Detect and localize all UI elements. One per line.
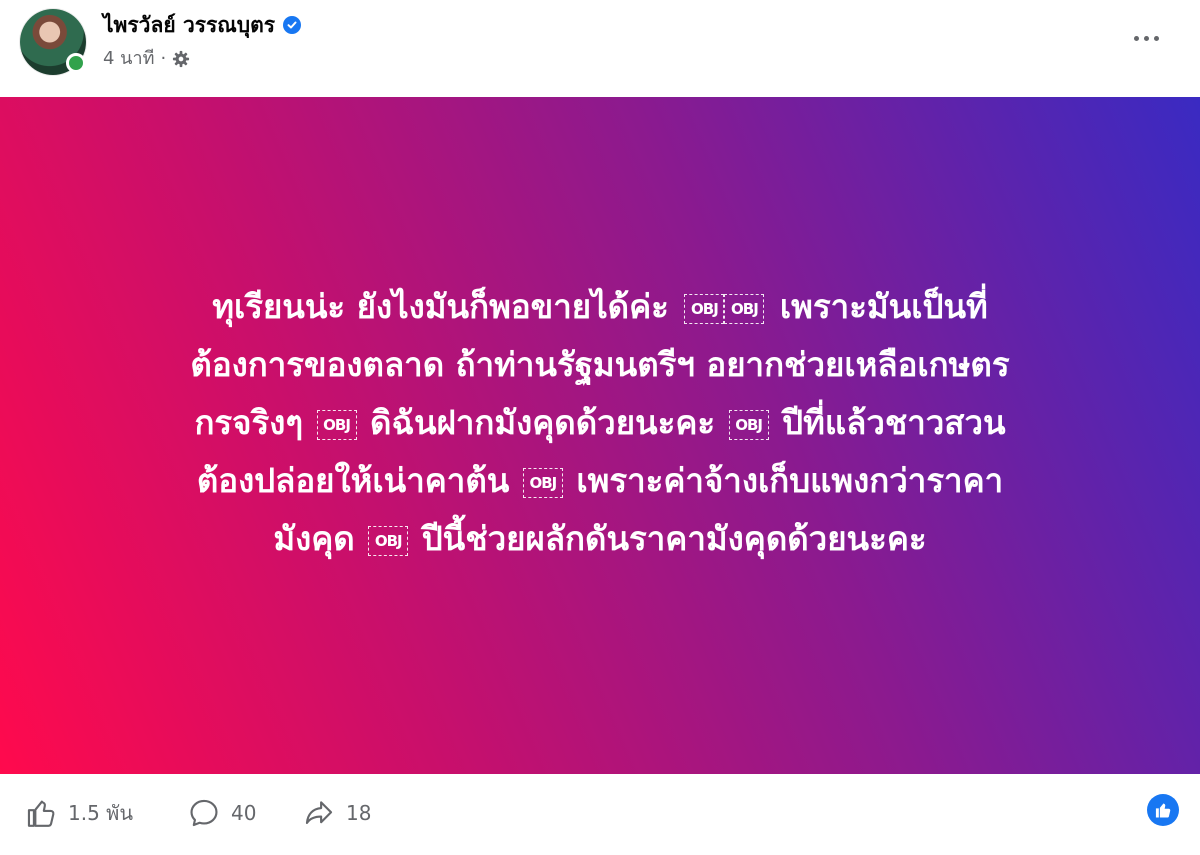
- post-text-segment: มังคุด: [273, 518, 355, 558]
- meta-separator: ·: [160, 48, 167, 69]
- post-text-segment: ต้องการของตลาด ถ้าท่านรัฐมนตรีฯ อยากช่วย…: [190, 344, 1010, 384]
- more-options-button[interactable]: [1126, 20, 1166, 56]
- post-text-segment: ดิฉันฝากมังคุดด้วยนะคะ: [370, 402, 716, 442]
- post-text-segment: เพราะมันเป็นที่: [779, 286, 988, 326]
- post-header: ไพรวัลย์ วรรณบุตร 4 นาที ·: [0, 0, 1200, 97]
- comment-button[interactable]: 40: [187, 796, 256, 830]
- more-options-icon: [1133, 35, 1139, 41]
- post-text-line: มังคุด OBJ ปีนี้ช่วยผลักดันราคามังคุดด้ว…: [40, 510, 1160, 568]
- post-text-line: กรจริงๆ OBJ ดิฉันฝากมังคุดด้วยนะคะ OBJ ป…: [40, 394, 1160, 452]
- like-button[interactable]: 1.5 พัน: [24, 796, 133, 830]
- settings-gear-icon[interactable]: [172, 50, 190, 68]
- post-text-segment: ปีที่แล้วชาวสวน: [782, 402, 1006, 442]
- post-text-line: ต้องปล่อยให้เน่าคาต้น OBJ เพราะค่าจ้างเก…: [40, 452, 1160, 510]
- like-count[interactable]: 1.5 พัน: [68, 797, 133, 829]
- post-text-line: ต้องการของตลาด ถ้าท่านรัฐมนตรีฯ อยากช่วย…: [40, 336, 1160, 394]
- verified-badge-icon: [283, 16, 302, 34]
- post-text-segment: ต้องปล่อยให้เน่าคาต้น: [196, 460, 510, 500]
- thumbs-up-icon: [27, 800, 55, 827]
- post-meta: 4 นาที ·: [103, 48, 190, 70]
- online-status-icon: [66, 53, 86, 73]
- object-placeholder-pair: OBJ OBJ: [684, 274, 765, 332]
- author-name[interactable]: ไพรวัลย์ วรรณบุตร: [103, 12, 275, 38]
- object-placeholder-icon: OBJ: [316, 409, 357, 440]
- author-line: ไพรวัลย์ วรรณบุตร: [103, 12, 302, 38]
- post-text-line: ทุเรียนน่ะ ยังไงมันก็พอขายได้ค่ะ OBJ OBJ …: [40, 274, 1160, 336]
- object-placeholder-icon: OBJ: [724, 293, 765, 324]
- post-timestamp[interactable]: 4 นาที: [103, 48, 154, 70]
- comment-count[interactable]: 40: [231, 801, 256, 825]
- post-background: ทุเรียนน่ะ ยังไงมันก็พอขายได้ค่ะ OBJ OBJ …: [0, 97, 1200, 774]
- quick-like-button[interactable]: [1147, 794, 1179, 826]
- share-icon: [305, 801, 333, 824]
- post-text-segment: เพราะค่าจ้างเก็บแพงกว่าราคา: [576, 460, 1004, 500]
- object-placeholder-icon: OBJ: [728, 409, 769, 440]
- post-text-segment: ปีนี้ช่วยผลักดันราคามังคุดด้วยนะคะ: [421, 518, 927, 558]
- more-options-dot: [1153, 35, 1159, 41]
- post-footer: 1.5 พัน 40 18: [0, 774, 1200, 855]
- object-placeholder-icon: OBJ: [368, 525, 409, 556]
- post-text-segment: ทุเรียนน่ะ ยังไงมันก็พอขายได้ค่ะ: [212, 286, 669, 326]
- more-options-dot: [1143, 35, 1149, 41]
- comment-icon: [190, 799, 218, 827]
- post-text-segment: กรจริงๆ: [194, 402, 304, 442]
- post-text: ทุเรียนน่ะ ยังไงมันก็พอขายได้ค่ะ OBJ OBJ …: [40, 274, 1160, 568]
- share-button[interactable]: 18: [302, 796, 371, 830]
- share-count[interactable]: 18: [346, 801, 371, 825]
- object-placeholder-icon: OBJ: [684, 293, 725, 324]
- thumbs-up-icon: [1155, 803, 1171, 818]
- author-avatar[interactable]: [20, 9, 86, 75]
- object-placeholder-icon: OBJ: [522, 467, 563, 498]
